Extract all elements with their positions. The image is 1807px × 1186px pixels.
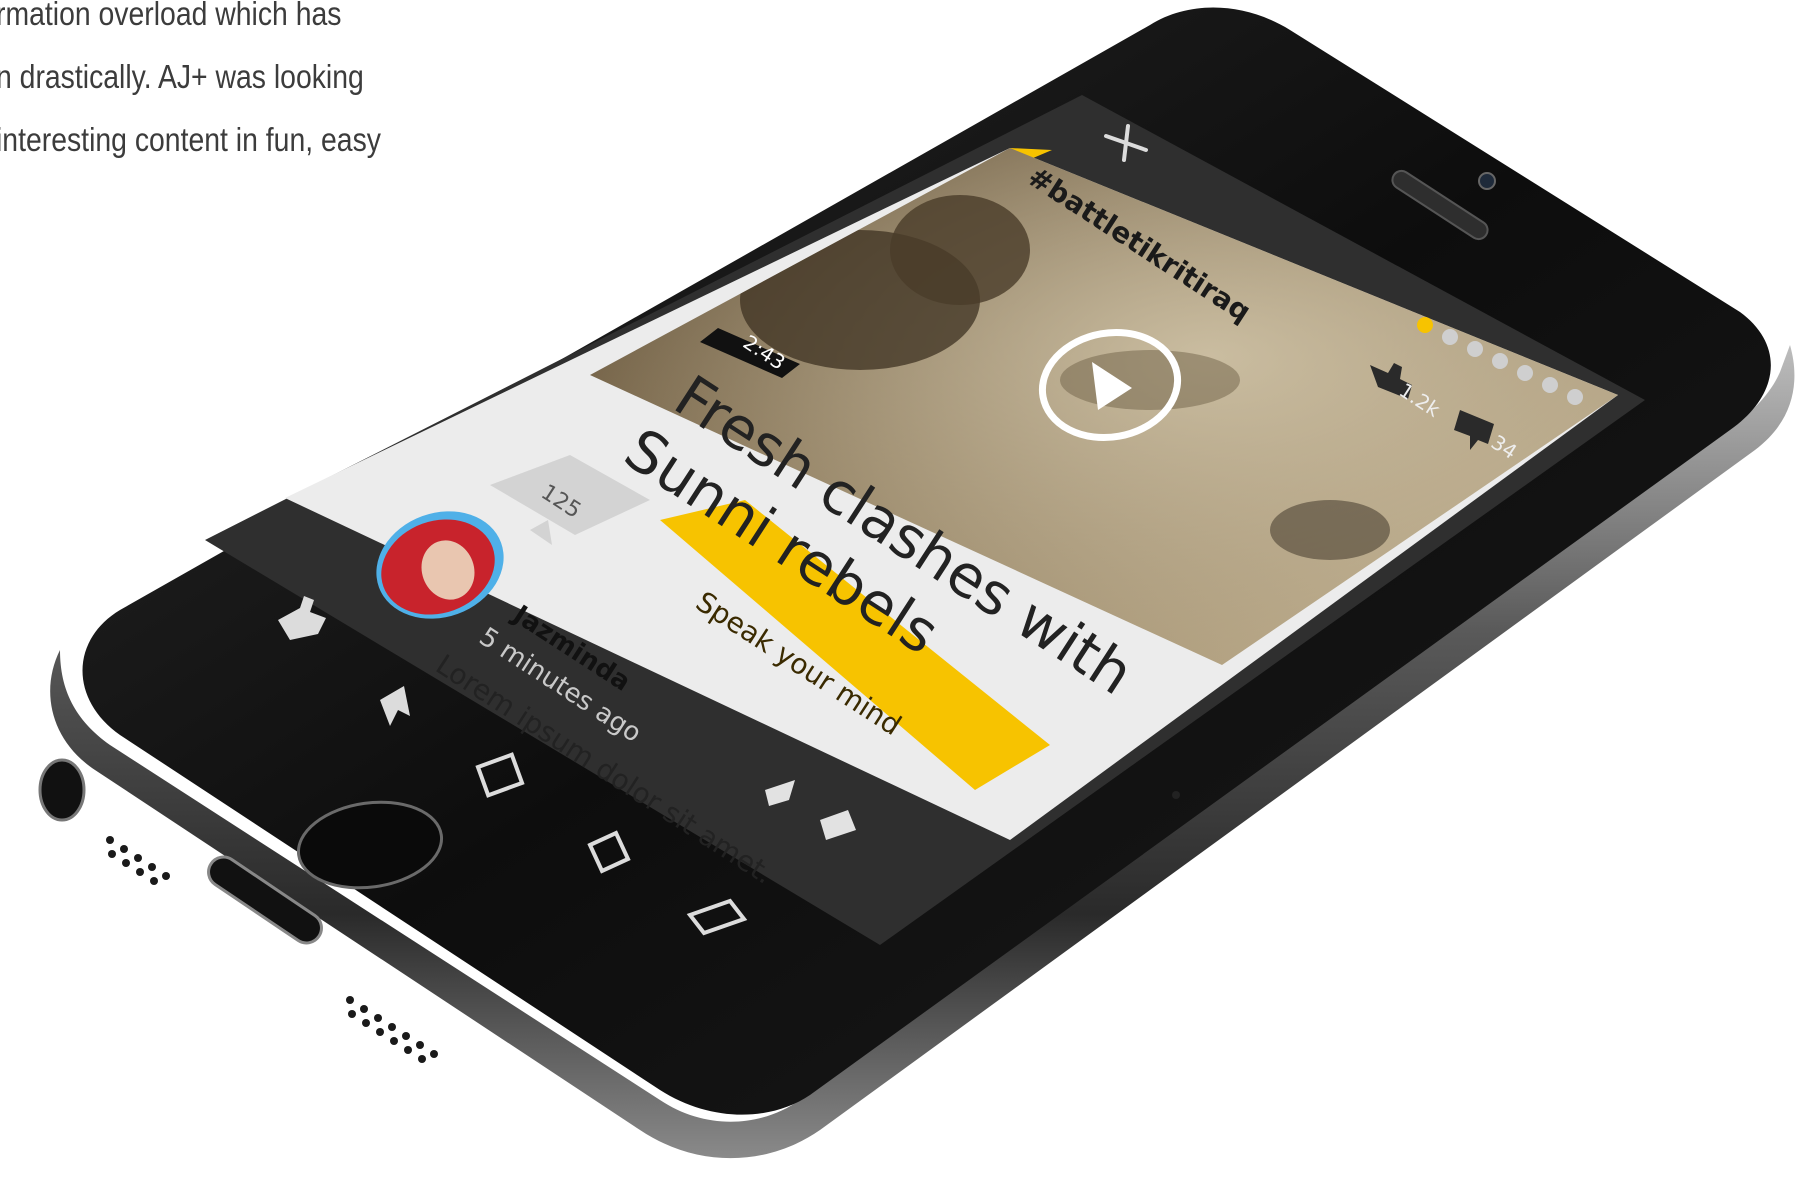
microphone-hole [1172,791,1180,799]
headphone-jack [38,758,86,822]
speaker-grille-left [106,836,170,885]
front-camera-icon [1478,172,1496,190]
speaker-grille-right [346,996,438,1063]
